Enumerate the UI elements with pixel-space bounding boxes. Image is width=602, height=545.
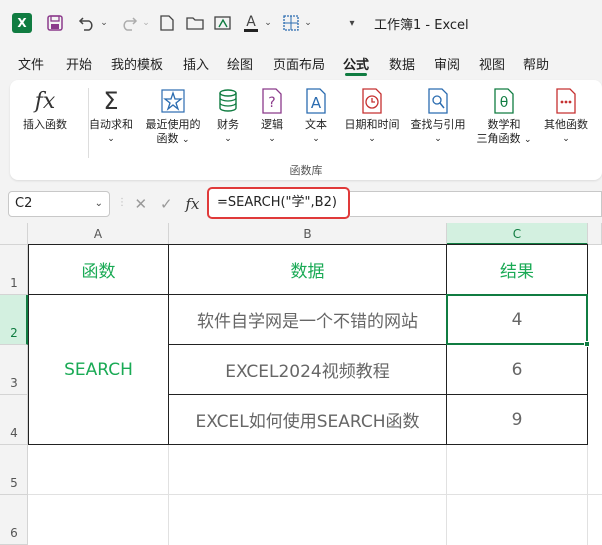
cell-b2[interactable]: 软件自学网是一个不错的网站 — [169, 295, 447, 345]
customize-toolbar-icon[interactable]: ▾ — [344, 10, 360, 36]
insert-function-button[interactable]: fx 插入函数 — [20, 86, 70, 132]
drag-handle-icon[interactable]: ⋮ — [117, 197, 127, 208]
ribbon-formulas: fx 插入函数 Σ 自动求和 ⌄ 最近使用的 函数 ⌄ 财务 ⌄ ? 逻辑 ⌄ … — [10, 80, 602, 180]
chevron-down-icon: ⌄ — [368, 134, 376, 144]
new-file-icon[interactable] — [155, 10, 179, 36]
excel-logo-icon: X — [12, 13, 32, 33]
cancel-icon[interactable]: ✕ — [134, 195, 147, 213]
more-functions-button[interactable]: 其他函数 ⌄ — [538, 86, 594, 146]
math-trig-button[interactable]: θ 数学和 三角函数 ⌄ — [474, 86, 534, 147]
cell-a1[interactable]: 函数 — [29, 245, 169, 295]
formula-field-area[interactable] — [350, 191, 602, 217]
menu-bar: 文件 开始 我的模板 插入 绘图 页面布局 公式 数据 审阅 视图 帮助 — [0, 46, 602, 78]
menu-my-templates[interactable]: 我的模板 — [111, 54, 163, 73]
name-box[interactable]: C2 ⌄ — [8, 191, 110, 217]
chevron-down-icon: ⌄ — [562, 134, 570, 144]
select-all-corner[interactable] — [0, 223, 28, 245]
undo-dropdown-icon[interactable]: ⌄ — [98, 10, 110, 36]
svg-text:A: A — [311, 94, 322, 112]
row-header-5[interactable]: 5 — [0, 445, 28, 495]
chevron-down-icon: ⌄ — [268, 134, 276, 144]
title-bar: X ⌄ ⌄ A ⌄ ⌄ ▾ 工作簿1 - Excel — [0, 0, 602, 46]
menu-home[interactable]: 开始 — [66, 54, 92, 73]
text-button[interactable]: A 文本 ⌄ — [300, 86, 332, 146]
font-color-icon[interactable]: A — [240, 10, 262, 36]
logical-button[interactable]: ? 逻辑 ⌄ — [256, 86, 288, 146]
sigma-icon: Σ — [103, 87, 119, 115]
row-header-6[interactable]: 6 — [0, 495, 28, 545]
recently-used-button[interactable]: 最近使用的 函数 ⌄ — [140, 86, 206, 147]
enter-icon[interactable]: ✓ — [160, 195, 173, 213]
menu-help[interactable]: 帮助 — [523, 54, 549, 73]
row-header-1[interactable]: 1 — [0, 245, 28, 295]
clock-icon — [357, 86, 387, 116]
cell-c1[interactable]: 结果 — [447, 245, 588, 295]
question-icon: ? — [257, 86, 287, 116]
formula-controls: ✕ ✓ fx — [128, 191, 206, 217]
fx-icon[interactable]: fx — [186, 195, 200, 213]
magnifier-icon — [423, 86, 453, 116]
svg-text:θ: θ — [500, 95, 509, 111]
menu-insert[interactable]: 插入 — [183, 54, 209, 73]
cell-c3[interactable]: 6 — [447, 345, 588, 395]
formula-bar: C2 ⌄ ⋮ ✕ ✓ fx =SEARCH("学",B2) — [0, 183, 602, 223]
column-header-c[interactable]: C — [447, 223, 588, 245]
menu-view[interactable]: 视图 — [479, 54, 505, 73]
more-icon — [551, 86, 581, 116]
worksheet-grid: A B C 1 2 3 4 5 6 函数 数据 结果 SEARCH 软件自学网是… — [0, 223, 602, 545]
star-icon — [158, 86, 188, 116]
gridline — [168, 445, 169, 545]
undo-icon[interactable] — [74, 10, 100, 36]
chevron-down-icon: ⌄ — [181, 135, 190, 145]
menu-review[interactable]: 审阅 — [434, 54, 460, 73]
font-color-dropdown-icon[interactable]: ⌄ — [262, 10, 274, 36]
menu-formulas[interactable]: 公式 — [343, 54, 369, 73]
cell-c2[interactable]: 4 — [447, 295, 588, 345]
gridline — [28, 494, 602, 495]
row-header-3[interactable]: 3 — [0, 345, 28, 395]
menu-page-layout[interactable]: 页面布局 — [273, 54, 325, 73]
cell-b4[interactable]: EXCEL如何使用SEARCH函数 — [169, 395, 447, 445]
gridline — [446, 445, 447, 545]
date-time-button[interactable]: 日期和时间 ⌄ — [340, 86, 404, 146]
chevron-down-icon: ⌄ — [224, 134, 232, 144]
theta-icon: θ — [489, 86, 519, 116]
redo-icon[interactable] — [116, 10, 142, 36]
column-header-a[interactable]: A — [28, 223, 169, 245]
cell-b1[interactable]: 数据 — [169, 245, 447, 295]
formula-input[interactable]: =SEARCH("学",B2) — [207, 187, 350, 219]
menu-file[interactable]: 文件 — [18, 54, 44, 73]
svg-text:?: ? — [268, 95, 275, 111]
text-a-icon: A — [301, 86, 331, 116]
borders-dropdown-icon[interactable]: ⌄ — [302, 10, 314, 36]
function-library-label: 函数库 — [289, 164, 323, 177]
chevron-down-icon[interactable]: ⌄ — [95, 192, 103, 216]
cell-a2-merged[interactable]: SEARCH — [29, 295, 169, 445]
financial-button[interactable]: 财务 ⌄ — [210, 86, 246, 146]
cell-c4[interactable]: 9 — [447, 395, 588, 445]
row-header-4[interactable]: 4 — [0, 395, 28, 445]
column-header-d[interactable] — [588, 223, 602, 245]
fx-icon: fx — [34, 88, 56, 114]
chevron-down-icon: ⌄ — [312, 134, 320, 144]
format-cells-icon[interactable] — [211, 10, 235, 36]
borders-icon[interactable] — [280, 10, 302, 36]
window-title: 工作簿1 - Excel — [374, 18, 469, 33]
save-icon[interactable] — [44, 10, 66, 36]
active-tab-indicator — [345, 73, 367, 76]
lookup-reference-button[interactable]: 查找与引用 ⌄ — [406, 86, 470, 146]
redo-dropdown-icon[interactable]: ⌄ — [140, 10, 152, 36]
coins-icon — [213, 86, 243, 116]
menu-data[interactable]: 数据 — [389, 54, 415, 73]
chevron-down-icon: ⌄ — [434, 134, 442, 144]
menu-draw[interactable]: 绘图 — [227, 54, 253, 73]
autosum-button[interactable]: Σ 自动求和 ⌄ — [86, 86, 136, 146]
row-header-2[interactable]: 2 — [0, 295, 28, 345]
chevron-down-icon: ⌄ — [107, 134, 115, 144]
fill-handle[interactable] — [584, 341, 590, 347]
cell-b3[interactable]: EXCEL2024视频教程 — [169, 345, 447, 395]
open-folder-icon[interactable] — [183, 10, 207, 36]
chevron-down-icon: ⌄ — [523, 135, 532, 145]
column-header-b[interactable]: B — [169, 223, 447, 245]
